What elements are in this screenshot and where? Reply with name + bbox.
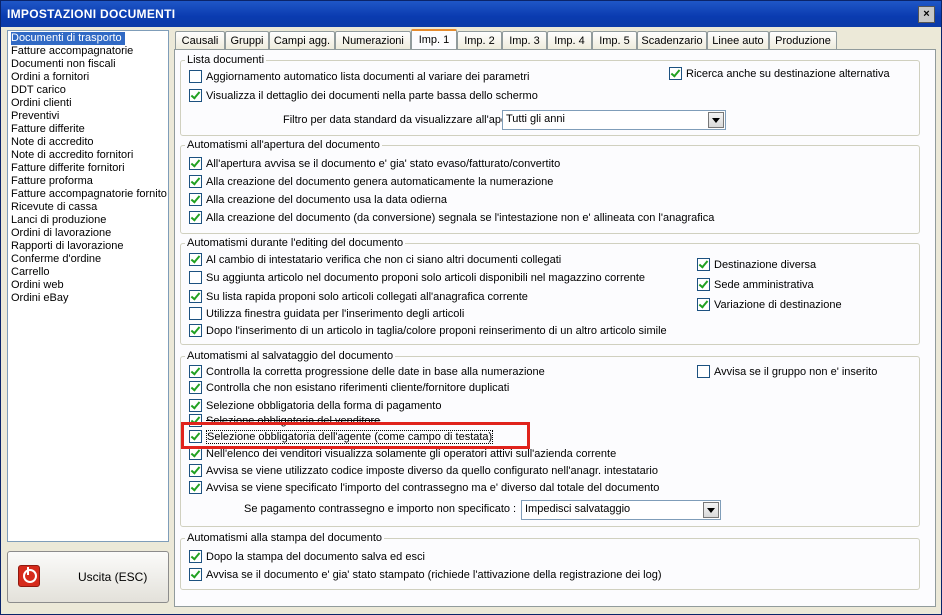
checkbox-checked-icon: [669, 66, 682, 80]
exit-button[interactable]: Uscita (ESC): [7, 551, 169, 603]
list-item[interactable]: Conferme d'ordine: [11, 253, 101, 266]
duplicate-refs-checkbox[interactable]: Controlla che non esistano riferimenti c…: [189, 380, 509, 396]
cod-payment-select[interactable]: Impedisci salvataggio: [521, 500, 721, 520]
title-bar: IMPOSTAZIONI DOCUMENTI ×: [1, 1, 941, 27]
list-item[interactable]: Fatture proforma: [11, 175, 93, 188]
group-title: Automatismi durante l'editing del docume…: [187, 237, 404, 249]
checkbox-checked-icon: [189, 192, 202, 206]
linked-items-only-checkbox[interactable]: Su lista rapida proponi solo articoli co…: [189, 289, 528, 305]
list-item[interactable]: Preventivi: [11, 110, 59, 123]
list-item[interactable]: Ordini di lavorazione: [11, 227, 111, 240]
checkbox-checked-icon: [697, 297, 710, 311]
list-item[interactable]: Note di accredito fornitori: [11, 149, 133, 162]
close-button[interactable]: ×: [918, 6, 935, 23]
payment-required-checkbox[interactable]: Selezione obbligatoria della forma di pa…: [189, 398, 441, 414]
auto-numbering-checkbox[interactable]: Alla creazione del documento genera auto…: [189, 174, 553, 190]
chevron-down-icon[interactable]: [703, 502, 719, 518]
search-alt-destination-checkbox[interactable]: Ricerca anche su destinazione alternativ…: [669, 66, 890, 82]
tab-imp-4[interactable]: Imp. 4: [547, 31, 592, 51]
highlight-box: [181, 422, 530, 449]
checkbox-checked-icon: [189, 567, 202, 581]
use-today-date-checkbox[interactable]: Alla creazione del documento usa la data…: [189, 192, 447, 208]
list-item[interactable]: Rapporti di lavorazione: [11, 240, 124, 253]
checkbox-checked-icon: [189, 398, 202, 412]
power-icon: [18, 565, 40, 587]
checkbox-checked-icon: [189, 156, 202, 170]
list-item[interactable]: Ordini a fornitori: [11, 71, 89, 84]
checkbox-checked-icon: [697, 257, 710, 271]
reinsert-similar-checkbox[interactable]: Dopo l'inserimento di un articolo in tag…: [189, 323, 667, 339]
warn-evaded-checkbox[interactable]: All'apertura avvisa se il documento e' g…: [189, 156, 560, 172]
list-item[interactable]: Note di accredito: [11, 136, 94, 149]
list-item[interactable]: Fatture differite fornitori: [11, 162, 125, 175]
window-title: IMPOSTAZIONI DOCUMENTI: [7, 7, 176, 21]
tab-imp-3[interactable]: Imp. 3: [502, 31, 547, 51]
list-item[interactable]: Fatture accompagnatorie fornito: [11, 188, 167, 201]
auto-refresh-checkbox[interactable]: Aggiornamento automatico lista documenti…: [189, 69, 529, 85]
tab-produzione[interactable]: Produzione: [769, 31, 837, 51]
verify-linked-docs-checkbox[interactable]: Al cambio di intestatario verifica che n…: [189, 252, 561, 268]
cod-amount-warning-checkbox[interactable]: Avvisa se viene specificato l'importo de…: [189, 480, 659, 496]
warn-header-mismatch-checkbox[interactable]: Alla creazione del documento (da convers…: [189, 210, 714, 226]
destination-change-checkbox[interactable]: Variazione di destinazione: [697, 297, 842, 313]
document-type-list[interactable]: Documenti di trasporto Fatture accompagn…: [7, 30, 169, 542]
date-filter-select[interactable]: Tutti gli anni: [502, 110, 726, 130]
cod-payment-label: Se pagamento contrassegno e importo non …: [244, 503, 517, 515]
tab-numerazioni[interactable]: Numerazioni: [335, 31, 411, 51]
list-item[interactable]: Carrello: [11, 266, 50, 279]
group-title: Lista documenti: [187, 54, 265, 66]
save-exit-after-print-checkbox[interactable]: Dopo la stampa del documento salva ed es…: [189, 549, 425, 565]
checkbox-checked-icon: [189, 289, 202, 303]
date-progression-checkbox[interactable]: Controlla la corretta progressione delle…: [189, 364, 545, 380]
list-item[interactable]: Ricevute di cassa: [11, 201, 97, 214]
active-sellers-only-checkbox[interactable]: Nell'elenco dei venditori visualizza sol…: [189, 446, 616, 462]
checkbox-checked-icon: [189, 174, 202, 188]
guided-insert-checkbox[interactable]: Utilizza finestra guidata per l'inserime…: [189, 306, 464, 322]
list-item[interactable]: Documenti di trasporto: [11, 32, 125, 45]
group-missing-warning-checkbox[interactable]: Avvisa se il gruppo non e' inserito: [697, 364, 877, 380]
exit-button-label: Uscita (ESC): [78, 570, 148, 584]
tab-causali[interactable]: Causali: [175, 31, 225, 51]
checkbox-checked-icon: [189, 364, 202, 378]
list-item[interactable]: Fatture differite: [11, 123, 85, 136]
available-items-only-checkbox[interactable]: Su aggiunta articolo nel documento propo…: [189, 270, 645, 286]
checkbox-checked-icon: [189, 88, 202, 102]
checkbox-checked-icon: [697, 277, 710, 291]
checkbox-checked-icon: [189, 380, 202, 394]
checkbox-checked-icon: [189, 480, 202, 494]
checkbox-checked-icon: [189, 323, 202, 337]
checkbox-checked-icon: [189, 549, 202, 563]
group-title: Automatismi al salvataggio del documento: [187, 350, 394, 362]
tab-campi-agg[interactable]: Campi agg.: [269, 31, 335, 51]
list-item[interactable]: Lanci di produzione: [11, 214, 106, 227]
group-title: Automatismi all'apertura del documento: [187, 139, 380, 151]
tab-gruppi[interactable]: Gruppi: [225, 31, 269, 51]
checkbox-checked-icon: [189, 210, 202, 224]
list-item[interactable]: Ordini clienti: [11, 97, 72, 110]
date-filter-label: Filtro per data standard da visualizzare…: [283, 114, 536, 126]
checkbox-checked-icon: [189, 463, 202, 477]
show-detail-checkbox[interactable]: Visualizza il dettaglio dei documenti ne…: [189, 88, 538, 104]
list-item[interactable]: DDT carico: [11, 84, 66, 97]
list-item[interactable]: Fatture accompagnatorie: [11, 45, 133, 58]
tab-imp-2[interactable]: Imp. 2: [457, 31, 502, 51]
checkbox-checked-icon: [189, 252, 202, 266]
tab-linee-auto[interactable]: Linee auto: [707, 31, 769, 51]
tab-scadenzario[interactable]: Scadenzario: [637, 31, 707, 51]
tab-imp-5[interactable]: Imp. 5: [592, 31, 637, 51]
group-title: Automatismi alla stampa del documento: [187, 532, 383, 544]
checkbox-unchecked-icon: [189, 270, 202, 284]
checkbox-unchecked-icon: [697, 364, 710, 378]
different-destination-checkbox[interactable]: Destinazione diversa: [697, 257, 816, 273]
tax-code-warning-checkbox[interactable]: Avvisa se viene utilizzato codice impost…: [189, 463, 658, 479]
list-item[interactable]: Documenti non fiscali: [11, 58, 116, 71]
chevron-down-icon[interactable]: [708, 112, 724, 128]
list-item[interactable]: Ordini eBay: [11, 292, 68, 305]
list-item[interactable]: Ordini web: [11, 279, 64, 292]
already-printed-warning-checkbox[interactable]: Avvisa se il documento e' gia' stato sta…: [189, 567, 662, 583]
admin-office-checkbox[interactable]: Sede amministrativa: [697, 277, 814, 293]
checkbox-unchecked-icon: [189, 69, 202, 83]
checkbox-unchecked-icon: [189, 306, 202, 320]
